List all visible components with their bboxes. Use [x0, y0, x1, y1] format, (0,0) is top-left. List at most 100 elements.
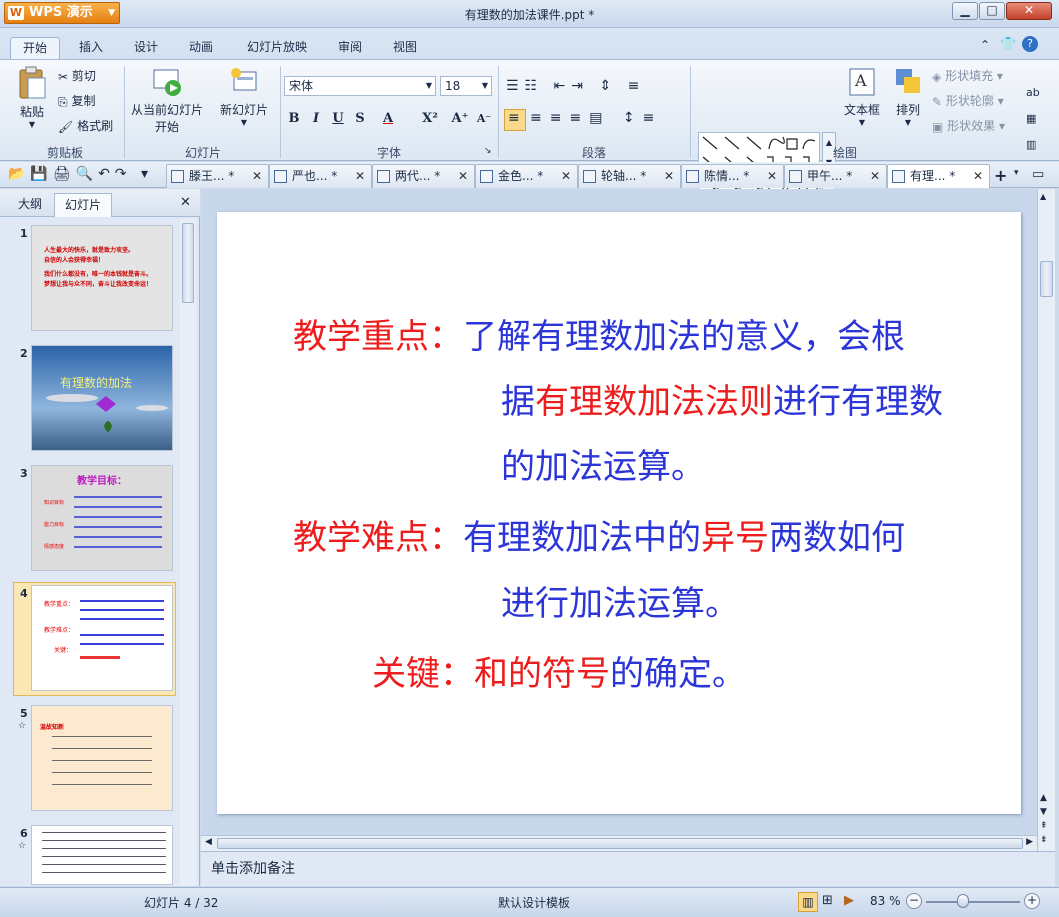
close-icon[interactable]: ✕ — [561, 165, 571, 187]
close-icon[interactable]: ✕ — [252, 165, 262, 187]
scroll-up-icon[interactable]: ▲ — [1040, 192, 1046, 201]
scrollbar-thumb[interactable] — [182, 223, 194, 303]
shrink-font-button[interactable]: A⁻ — [474, 109, 494, 129]
close-icon[interactable]: ✕ — [973, 165, 983, 187]
ribbon-collapse-icon[interactable]: ⌃ — [980, 38, 990, 52]
superscript-button[interactable]: X² — [420, 109, 440, 129]
paste-label: 粘贴 — [19, 105, 44, 119]
slide-thumbnail-6[interactable] — [31, 825, 173, 885]
font-name-select[interactable]: 宋体 ▼ — [284, 76, 436, 96]
textbox-label: 文本框 — [843, 103, 880, 117]
close-icon[interactable]: ✕ — [870, 165, 880, 187]
format-painter-button[interactable]: 🖌 格式刷 — [58, 116, 113, 136]
slide-thumbnail-4[interactable]: 教学重点： 教学难点： 关键： — [31, 585, 173, 691]
tab-home[interactable]: 开始 — [10, 37, 60, 60]
zoom-slider-thumb[interactable] — [957, 894, 969, 908]
tab-review[interactable]: 审阅 — [325, 37, 375, 60]
zoom-slider-track[interactable] — [926, 901, 1020, 903]
slide-thumbnail-1[interactable]: 人生最大的快乐，就是致力攻坚。 自信的人会获得幸福！ 我们什么都没有，唯一的本钱… — [31, 225, 173, 331]
thumbnail-text: 能力目标 — [44, 522, 65, 528]
maximize-button[interactable]: □ — [979, 2, 1005, 20]
align-buttons[interactable]: ≡≡≡▤ ↕≡ — [530, 110, 662, 126]
bold-button[interactable]: B — [284, 109, 304, 129]
normal-view-button[interactable]: ▥ — [798, 892, 818, 912]
dialog-launcher-icon[interactable]: ↘ — [484, 146, 492, 156]
doc-tab-active[interactable]: 有理... * ✕ — [887, 164, 990, 188]
font-size-select[interactable]: 18 ▼ — [440, 76, 492, 96]
tab-view[interactable]: 视图 — [380, 37, 430, 60]
skin-icon[interactable]: 👕 — [1000, 37, 1016, 52]
shape-outline-button[interactable]: ✎ 形状轮廓 ▾ — [932, 91, 1004, 111]
thumbnail-text: 教学难点： — [44, 627, 75, 634]
font-name-value: 宋体 — [289, 79, 314, 93]
underline-button[interactable]: U — [328, 109, 348, 129]
new-slide-icon — [231, 68, 257, 91]
design-template-name: 默认设计模板 — [498, 896, 571, 910]
slide-sorter-view-button[interactable]: ⊞ — [822, 893, 833, 908]
close-button[interactable]: ✕ — [1006, 2, 1052, 20]
scrollbar-thumb[interactable] — [1040, 261, 1053, 297]
shape-effects-button[interactable]: ▣ 形状效果 ▾ — [932, 116, 1005, 136]
doc-tab[interactable]: 轮轴... * ✕ — [578, 164, 681, 188]
strikethrough-button[interactable]: S — [350, 109, 370, 129]
zoom-out-button[interactable]: − — [906, 893, 922, 909]
close-pane-button[interactable]: ✕ — [180, 195, 191, 210]
tab-design[interactable]: 设计 — [121, 37, 171, 60]
doc-tab[interactable]: 甲午... * ✕ — [784, 164, 887, 188]
tab-animation[interactable]: 动画 — [176, 37, 226, 60]
pen-icon: ✎ — [932, 94, 943, 109]
new-slide-button[interactable]: 新幻灯片 ▼ — [214, 66, 274, 127]
doc-tab[interactable]: 陈情... * ✕ — [681, 164, 784, 188]
slideshow-view-button[interactable]: ▶ — [844, 893, 854, 908]
help-icon[interactable]: ? — [1022, 36, 1038, 52]
chevron-down-icon: ▼ — [425, 81, 432, 90]
notes-field[interactable]: 单击添加备注 — [201, 851, 1055, 886]
more-styles-icon[interactable]: ab ▦ ▥ — [1026, 80, 1040, 158]
slide-thumbnail-2[interactable]: 有理数的加法 — [31, 345, 173, 451]
thumbnail-scrollbar[interactable] — [180, 219, 196, 886]
window-layout-icon[interactable]: ▭ — [1032, 167, 1044, 182]
doc-tab-label: 金色... * — [498, 169, 544, 183]
tab-slideshow[interactable]: 幻灯片放映 — [236, 37, 318, 60]
copy-button[interactable]: ⎘ 复制 — [58, 91, 95, 111]
zoom-in-button[interactable]: + — [1024, 893, 1040, 909]
tab-slides[interactable]: 幻灯片 — [54, 193, 112, 217]
tab-list-dropdown-icon[interactable]: ▾ — [1014, 168, 1019, 178]
grow-font-button[interactable]: A⁺ — [450, 109, 470, 129]
prev-next-slide-icons[interactable]: ▲ ▼ ⇞ ⇟ — [1040, 791, 1048, 847]
scroll-left-icon[interactable]: ◀ — [205, 837, 212, 847]
doc-tab[interactable]: 严也... * ✕ — [269, 164, 372, 188]
align-left-button[interactable]: ≡ — [504, 109, 526, 131]
slide-counter: 幻灯片 4 / 32 — [144, 896, 219, 910]
list-buttons[interactable]: ☰☷ ⇤⇥ ⇕ ≡ — [506, 78, 645, 94]
slide-thumbnail-5[interactable]: 温故知新 — [31, 705, 173, 811]
slide-thumbnail-3[interactable]: 教学目标： 知识目标 能力目标 情感态度 — [31, 465, 173, 571]
tab-outline[interactable]: 大纲 — [8, 193, 52, 217]
slide-vertical-scrollbar[interactable]: ▲ ▲ ▼ ⇞ ⇟ — [1037, 189, 1055, 851]
italic-button[interactable]: I — [306, 109, 326, 129]
close-icon[interactable]: ✕ — [664, 165, 674, 187]
cut-button[interactable]: ✂ 剪切 — [58, 66, 96, 86]
current-slide[interactable]: 教学重点：了解有理数加法的意义，会根 据有理数加法法则进行有理数 的加法运算。 … — [217, 212, 1021, 814]
doc-tab[interactable]: 两代... * ✕ — [372, 164, 475, 188]
scrollbar-thumb[interactable] — [217, 838, 1023, 849]
close-icon[interactable]: ✕ — [355, 165, 365, 187]
close-icon[interactable]: ✕ — [767, 165, 777, 187]
font-color-button[interactable]: A — [378, 109, 398, 129]
scroll-right-icon[interactable]: ▶ — [1026, 837, 1033, 847]
thumbnail-text: 教学重点： — [44, 601, 75, 608]
textbox-button[interactable]: A 文本框 ▼ — [842, 66, 882, 127]
quick-access-toolbar[interactable]: 📂💾🖨🔍↶↷ ▾ — [8, 166, 153, 182]
ppt-file-icon — [171, 170, 184, 183]
new-tab-button[interactable]: + — [994, 166, 1007, 185]
arrange-button[interactable]: 排列 ▼ — [888, 66, 928, 127]
minimize-button[interactable]: ▁ — [952, 2, 978, 20]
doc-tab[interactable]: 滕王... * ✕ — [166, 164, 269, 188]
tab-insert[interactable]: 插入 — [66, 37, 116, 60]
shape-fill-button[interactable]: ◈ 形状填充 ▾ — [932, 66, 1003, 86]
play-from-current-button[interactable]: 从当前幻灯片 开始 — [128, 66, 206, 135]
close-icon[interactable]: ✕ — [458, 165, 468, 187]
slide-horizontal-scrollbar[interactable]: ◀ ▶ — [201, 835, 1037, 851]
doc-tab[interactable]: 金色... * ✕ — [475, 164, 578, 188]
paste-button[interactable]: 粘贴 ▼ — [14, 66, 50, 136]
